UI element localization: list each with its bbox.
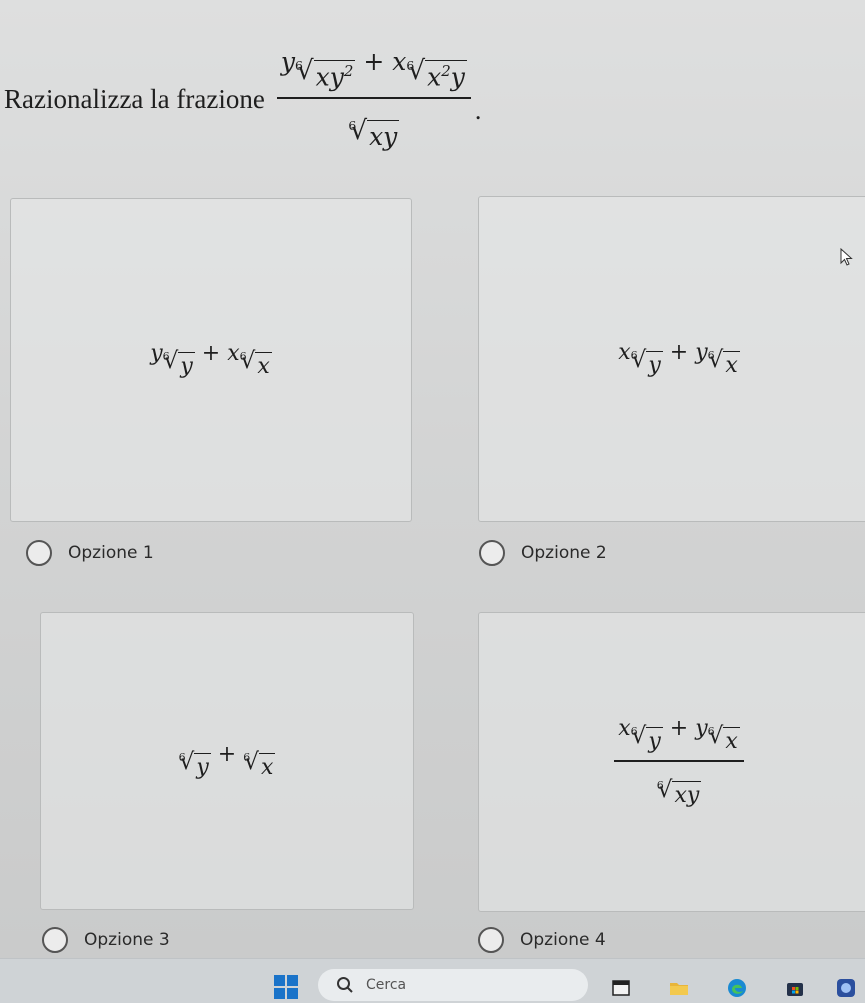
windows-start-icon[interactable] bbox=[274, 975, 298, 999]
root-sign-icon: √ bbox=[708, 722, 724, 749]
option-1-label: Opzione 1 bbox=[68, 543, 154, 563]
root-sign-icon: √ bbox=[631, 722, 647, 749]
fraction-numerator: y 6 √ xy2 + x 6 √ x2y bbox=[280, 47, 467, 92]
mouse-cursor-icon bbox=[840, 248, 853, 266]
root-sign-icon: √ bbox=[240, 347, 256, 374]
option-expression: 6 √ y + 6 √ x bbox=[178, 741, 276, 780]
root-sign-icon: √ bbox=[657, 777, 673, 803]
store-icon[interactable] bbox=[784, 977, 806, 999]
root-sign-icon: √ bbox=[631, 346, 647, 373]
root-sign-icon: √ bbox=[244, 748, 259, 775]
root-sign-icon: √ bbox=[708, 346, 724, 373]
radio-button-1[interactable] bbox=[26, 540, 52, 566]
search-label: Cerca bbox=[366, 977, 407, 993]
option-2-label: Opzione 2 bbox=[521, 543, 607, 563]
taskbar-search[interactable]: Cerca bbox=[318, 969, 588, 1001]
root-sign-icon: √ bbox=[163, 347, 179, 374]
question-fraction: y 6 √ xy2 + x 6 √ x2y 6 √ xy bbox=[276, 47, 471, 152]
coef: x bbox=[392, 47, 407, 77]
option-card-1[interactable]: y 6 √ y + x 6 √ x bbox=[10, 198, 412, 522]
coef: y bbox=[280, 47, 295, 77]
radio-button-2[interactable] bbox=[479, 540, 505, 566]
fraction-denominator: 6 √ xy bbox=[348, 99, 400, 152]
option-1-radio-row[interactable]: Opzione 1 bbox=[26, 540, 154, 566]
option-expression: y 6 √ y + x 6 √ x bbox=[150, 340, 272, 379]
radical: 6 √ xy bbox=[348, 116, 400, 152]
radio-button-4[interactable] bbox=[478, 927, 504, 953]
option-4-radio-row[interactable]: Opzione 4 bbox=[478, 927, 606, 953]
question: Razionalizza la frazione y 6 √ xy2 + x 6 √ x2y… bbox=[4, 47, 482, 152]
option-3-label: Opzione 3 bbox=[84, 930, 170, 950]
root-sign-icon: √ bbox=[296, 56, 314, 87]
folder-icon[interactable] bbox=[668, 977, 690, 999]
option-3-radio-row[interactable]: Opzione 3 bbox=[42, 927, 170, 953]
file-explorer-icon[interactable] bbox=[610, 977, 632, 999]
radical: 6 √ xy2 bbox=[294, 56, 356, 92]
option-4-label: Opzione 4 bbox=[520, 930, 606, 950]
option-card-3[interactable]: 6 √ y + 6 √ x bbox=[40, 612, 414, 910]
root-sign-icon: √ bbox=[350, 116, 368, 147]
taskbar: Cerca bbox=[0, 958, 865, 1003]
option-2-radio-row[interactable]: Opzione 2 bbox=[479, 540, 607, 566]
option-card-4[interactable]: x 6 √ y + y 6 √ x 6 √ xy bbox=[478, 612, 865, 912]
question-text: Razionalizza la frazione bbox=[4, 83, 265, 114]
option-expression: x 6 √ y + y 6 √ x 6 √ xy bbox=[614, 716, 744, 808]
radio-button-3[interactable] bbox=[42, 927, 68, 953]
option-card-2[interactable]: x 6 √ y + y 6 √ x bbox=[478, 196, 865, 522]
root-sign-icon: √ bbox=[179, 748, 195, 775]
edge-browser-icon[interactable] bbox=[726, 977, 748, 999]
root-sign-icon: √ bbox=[408, 56, 426, 87]
search-icon bbox=[337, 977, 353, 993]
option-expression: x 6 √ y + y 6 √ x bbox=[618, 339, 740, 378]
app-icon[interactable] bbox=[835, 977, 857, 999]
radical: 6 √ x2y bbox=[406, 56, 467, 92]
